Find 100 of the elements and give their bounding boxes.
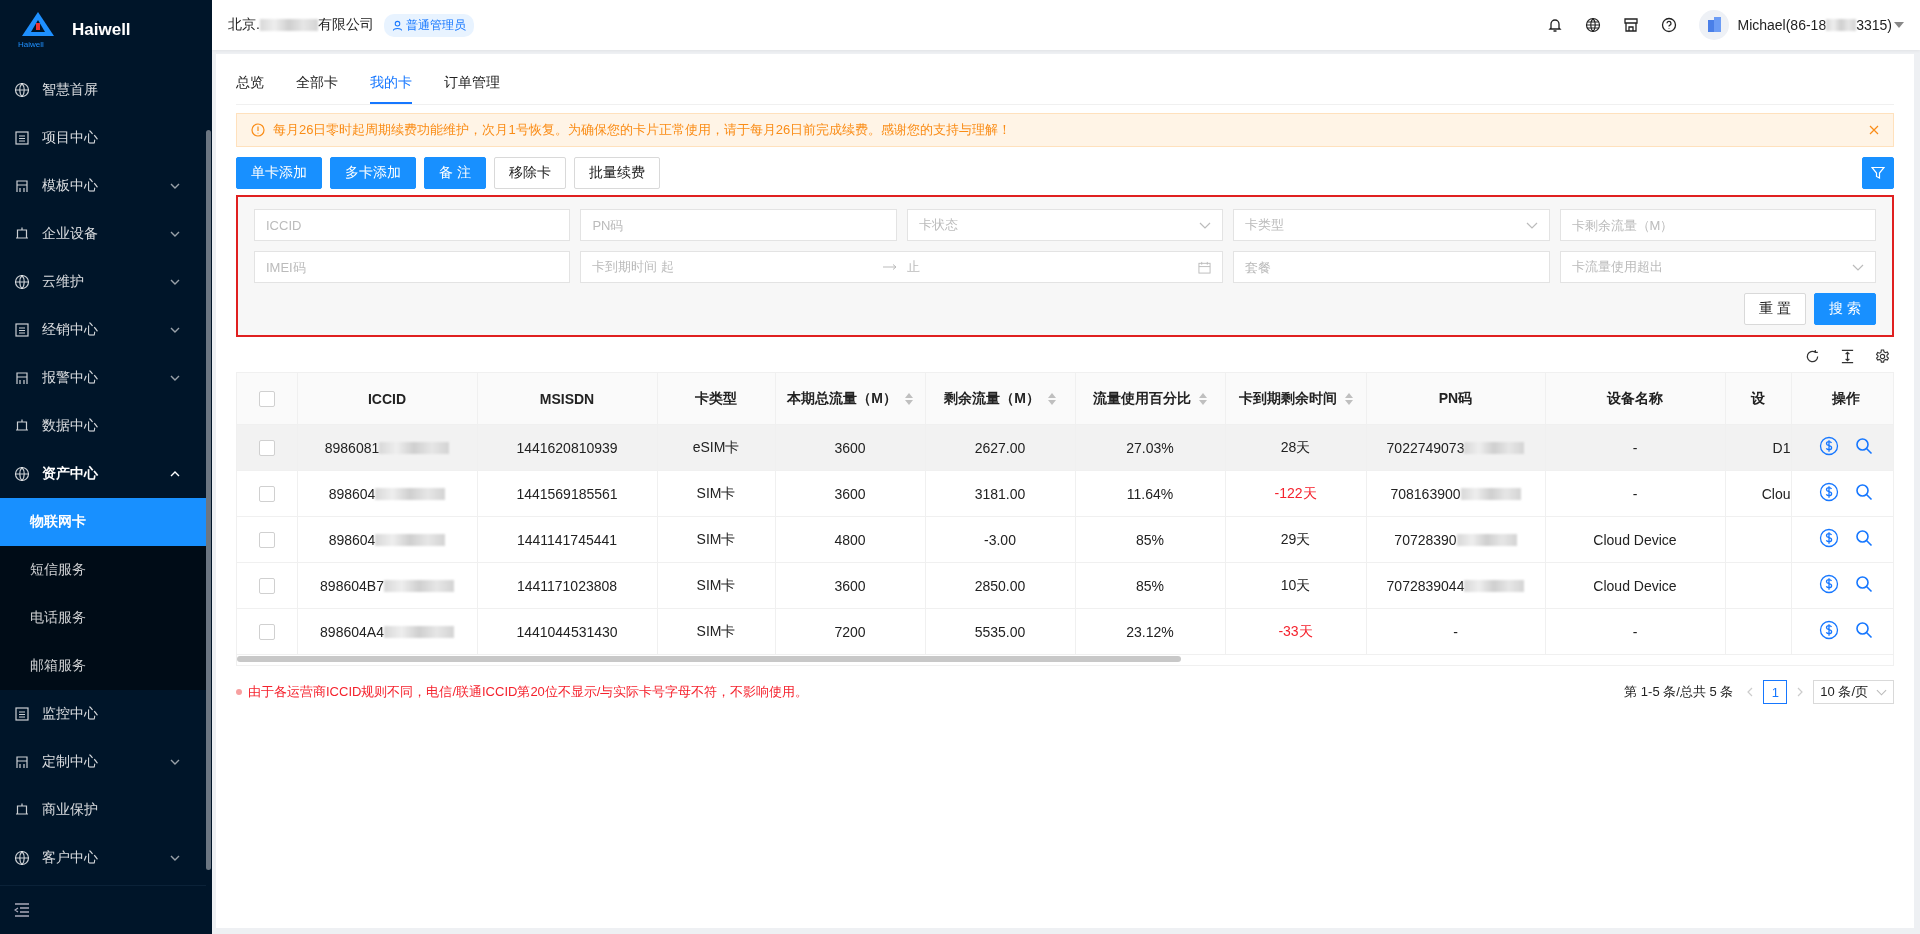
input-field[interactable]: PN码	[580, 209, 897, 241]
dollar-coin-icon[interactable]	[1819, 620, 1839, 640]
sidebar-item[interactable]: 资产中心	[0, 450, 206, 498]
sidebar-item[interactable]: 监控中心	[0, 690, 206, 738]
table-cell: 898604B7	[320, 577, 384, 594]
table-cell: 1441044531430	[477, 608, 657, 655]
table-cell: SIM卡	[657, 562, 775, 609]
table-cell: Clou	[1761, 485, 1790, 502]
column-header: ICCID	[297, 373, 477, 425]
filter-button[interactable]	[1862, 157, 1894, 189]
column-header: 设备名称	[1545, 373, 1725, 425]
table-row[interactable]: 898604B7 1441171023808 SIM卡 3600 2850.00 85% 10天 7072839044 Cloud Device	[237, 562, 1893, 609]
user-name-end[interactable]: 3315)	[1856, 17, 1892, 33]
input-field[interactable]: 套餐	[1233, 251, 1550, 283]
checkbox[interactable]	[258, 486, 275, 503]
search-icon[interactable]	[1855, 575, 1873, 593]
table-cell: SIM卡	[657, 516, 775, 563]
checkbox[interactable]	[258, 532, 275, 549]
search-icon[interactable]	[1855, 437, 1873, 455]
dollar-coin-icon[interactable]	[1819, 436, 1839, 456]
refresh-icon[interactable]	[1805, 349, 1820, 364]
search-icon[interactable]	[1855, 483, 1873, 501]
table-cell: -	[1545, 608, 1725, 655]
tab[interactable]: 订单管理	[444, 62, 500, 104]
scrollbar-thumb[interactable]	[237, 656, 1181, 662]
role-badge: 普通管理员	[383, 13, 474, 37]
chevron-down-icon	[1525, 221, 1538, 229]
tab[interactable]: 总览	[236, 62, 264, 104]
search-icon[interactable]	[1855, 621, 1873, 639]
chevron-icon	[170, 759, 180, 765]
logo-caption: Haiwell	[18, 40, 44, 49]
avatar-icon[interactable]	[1699, 10, 1730, 40]
sidebar-item[interactable]: 智慧首屏	[0, 66, 206, 114]
sidebar-item[interactable]: 客户中心	[0, 834, 206, 882]
input-field[interactable]: IMEI码	[254, 251, 571, 283]
table-row[interactable]: 898604 1441141745441 SIM卡 4800 -3.00 85% 29天 70728390 Cloud Device	[237, 516, 1893, 563]
table-cell: 28天	[1225, 424, 1366, 471]
help-icon[interactable]	[1661, 17, 1678, 33]
sidebar-subitem[interactable]: 电话服务	[0, 594, 206, 642]
sidebar-item[interactable]: 企业设备	[0, 210, 206, 258]
tab[interactable]: 我的卡	[370, 62, 412, 104]
checkbox[interactable]	[258, 578, 275, 595]
table-cell: -122天	[1225, 470, 1366, 517]
store-icon[interactable]	[1623, 17, 1640, 33]
column-header: PN码	[1366, 373, 1545, 425]
table-cell: eSIM卡	[657, 424, 775, 471]
reset-button[interactable]: 重 置	[1744, 293, 1807, 325]
dollar-coin-icon[interactable]	[1819, 528, 1839, 548]
sidebar-item[interactable]: 项目中心	[0, 114, 206, 162]
sidebar-item[interactable]: 数据中心	[0, 402, 206, 450]
search-icon[interactable]	[1855, 529, 1873, 547]
settings-icon[interactable]	[1875, 349, 1890, 364]
table-row[interactable]: 8986081 1441620810939 eSIM卡 3600 2627.00 27.03% 28天 7022749073 - D1	[237, 424, 1893, 471]
page-button[interactable]: 1	[1763, 680, 1788, 704]
user-name-start[interactable]: Michael(86-18	[1737, 17, 1827, 33]
table-cell: 1441141745441	[477, 516, 657, 563]
table-cell: 85%	[1075, 516, 1225, 563]
laptop-icon	[14, 226, 30, 242]
table-row[interactable]: 898604A4 1441044531430 SIM卡 7200 5535.00 23.12% -33天 - -	[237, 608, 1893, 655]
sidebar-subitem[interactable]: 短信服务	[0, 546, 206, 594]
table-cell: 2627.00	[925, 424, 1075, 471]
dollar-coin-icon[interactable]	[1819, 574, 1839, 594]
input-field[interactable]: ICCID	[254, 209, 571, 241]
table-cell: 1441620810939	[477, 424, 657, 471]
table-cell: SIM卡	[657, 608, 775, 655]
dollar-coin-icon[interactable]	[1819, 482, 1839, 502]
close-icon[interactable]	[1869, 125, 1879, 135]
company-name-end: 有限公司	[317, 16, 374, 34]
sidebar-item[interactable]: 商业保护	[0, 786, 206, 834]
globe-icon[interactable]	[1585, 17, 1602, 33]
info-icon	[251, 123, 265, 137]
menu-collapse-icon[interactable]	[14, 903, 30, 917]
action-button[interactable]: 批量续费	[573, 157, 660, 189]
checkbox[interactable]	[258, 440, 275, 457]
chevron-down-icon	[1852, 263, 1864, 271]
bell-icon[interactable]	[1547, 17, 1564, 33]
dropdown-caret-icon[interactable]	[1894, 22, 1904, 28]
sidebar-item[interactable]: 定制中心	[0, 738, 206, 786]
sidebar-item[interactable]: 云维护	[0, 258, 206, 306]
column-height-icon[interactable]	[1840, 349, 1855, 364]
sidebar-item[interactable]: 报警中心	[0, 354, 206, 402]
table-cell: 1441171023808	[477, 562, 657, 609]
chevron-down-icon	[1199, 221, 1212, 229]
sidebar-item[interactable]: 模板中心	[0, 162, 206, 210]
table-cell: 7072839044	[1386, 577, 1465, 594]
table-cell: -	[1545, 470, 1725, 517]
sidebar-item[interactable]: 经销中心	[0, 306, 206, 354]
chevron-icon	[170, 183, 180, 189]
column-header: 设	[1725, 373, 1791, 425]
checkbox[interactable]	[258, 391, 275, 408]
checkbox[interactable]	[258, 624, 275, 641]
table-row[interactable]: 898604 1441569185561 SIM卡 3600 3181.00 11.64% -122天 708163900 - Clou	[237, 470, 1893, 517]
input-field[interactable]: 卡剩余流量（M）	[1559, 209, 1876, 241]
column-header: 操作	[1791, 373, 1893, 425]
pagination-summary: 第 1-5 条/总共 5 条	[1624, 683, 1734, 701]
tab[interactable]: 全部卡	[296, 62, 338, 104]
chevron-icon	[170, 375, 180, 381]
sidebar-subitem[interactable]: 邮箱服务	[0, 642, 206, 690]
page-size-select[interactable]: 10 条/页	[1813, 680, 1894, 704]
action-button[interactable]: 移除卡	[493, 157, 566, 189]
